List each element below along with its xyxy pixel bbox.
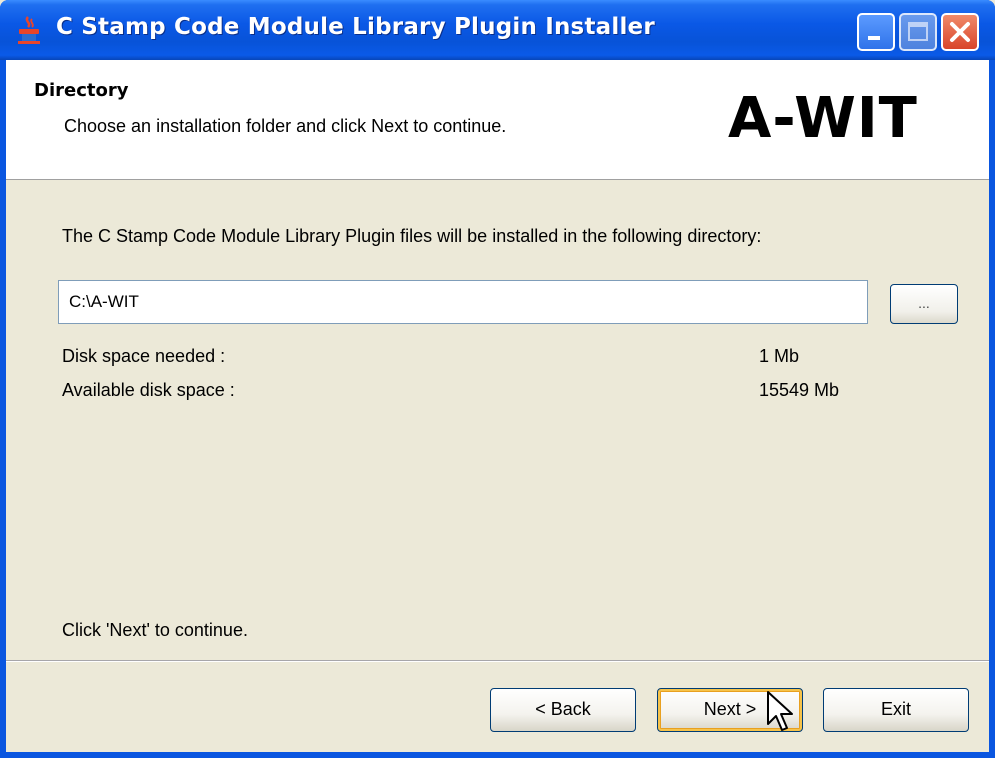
button-separator <box>6 660 989 662</box>
minimize-icon <box>868 36 880 40</box>
mouse-pointer-icon <box>767 691 793 731</box>
close-icon <box>950 22 970 42</box>
step-title: Directory <box>34 80 129 101</box>
maximize-icon <box>908 22 928 41</box>
back-button[interactable]: < Back <box>490 688 636 732</box>
minimize-button[interactable] <box>857 13 895 51</box>
close-button[interactable] <box>941 13 979 51</box>
install-directory-input[interactable] <box>58 280 868 324</box>
window-title: C Stamp Code Module Library Plugin Insta… <box>56 14 655 40</box>
maximize-button[interactable] <box>899 13 937 51</box>
disk-available-label: Available disk space : <box>62 380 235 400</box>
installer-window: C Stamp Code Module Library Plugin Insta… <box>0 0 995 758</box>
browse-button[interactable]: ... <box>890 284 958 324</box>
exit-button[interactable]: Exit <box>823 688 969 732</box>
step-subtitle: Choose an installation folder and click … <box>64 116 507 136</box>
java-installer-icon <box>18 16 40 44</box>
continue-hint: Click 'Next' to continue. <box>62 620 248 640</box>
title-bar[interactable]: C Stamp Code Module Library Plugin Insta… <box>0 0 995 60</box>
vendor-logo: A-WIT <box>728 86 918 151</box>
disk-available-value: 15549 Mb <box>759 380 840 400</box>
installer-client-area: Directory Choose an installation folder … <box>6 60 989 752</box>
step-header: Directory Choose an installation folder … <box>6 60 989 180</box>
disk-needed-label: Disk space needed : <box>62 346 226 366</box>
disk-needed-value: 1 Mb <box>759 346 800 366</box>
directory-description: The C Stamp Code Module Library Plugin f… <box>62 226 762 246</box>
